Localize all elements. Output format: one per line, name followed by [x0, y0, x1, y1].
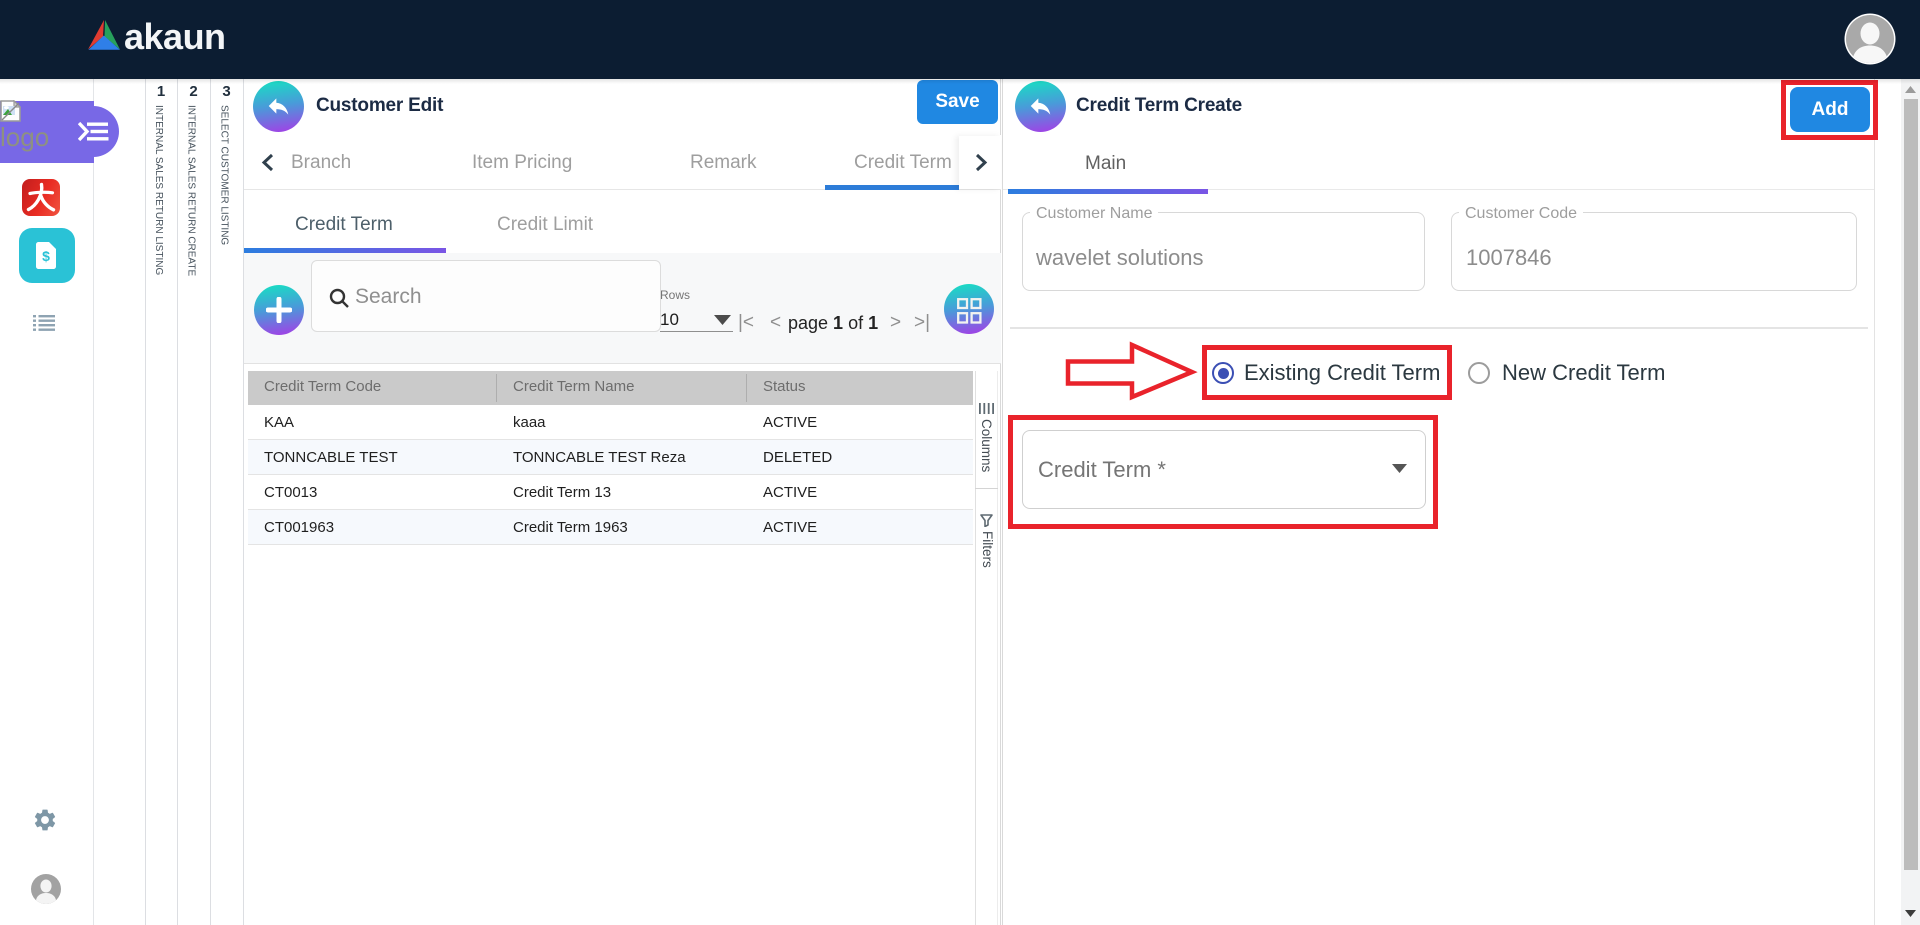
svg-text:$: $ [42, 248, 50, 264]
